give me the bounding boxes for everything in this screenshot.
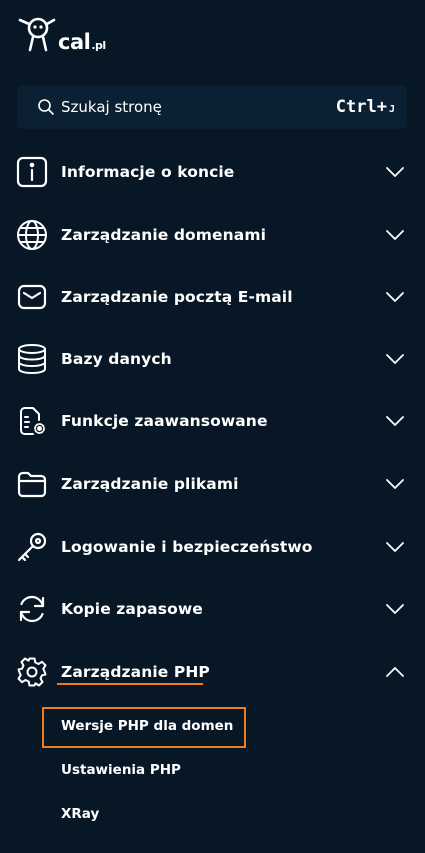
menu-item-label: Logowanie i bezpieczeństwo [61, 538, 313, 556]
menu-item-label: Zarządzanie PHP [61, 663, 210, 681]
file-gear-icon [16, 405, 48, 437]
menu-item-label: Kopie zapasowe [61, 600, 203, 618]
chevron-down-icon [386, 167, 404, 177]
search-icon [38, 99, 54, 115]
menu-item-security[interactable]: Logowanie i bezpieczeństwo [0, 516, 425, 578]
menu-item-label: Bazy danych [61, 350, 172, 368]
submenu-item-xray[interactable]: XRay [61, 806, 99, 822]
logo[interactable]: cal.pl [16, 14, 106, 54]
chevron-down-icon [386, 416, 404, 426]
menu-item-label: Informacje o koncie [61, 163, 235, 181]
refresh-icon [16, 593, 48, 625]
folder-icon [16, 468, 48, 500]
menu-item-databases[interactable]: Bazy danych [0, 328, 425, 390]
chevron-down-icon [386, 479, 404, 489]
menu-item-php[interactable]: Zarządzanie PHP [0, 641, 425, 703]
menu-item-label: Zarządzanie pocztą E-mail [61, 288, 293, 306]
chevron-down-icon [386, 292, 404, 302]
chevron-down-icon [386, 604, 404, 614]
chevron-down-icon [386, 542, 404, 552]
search-shortcut: Ctrl+ J [335, 97, 395, 117]
menu-item-label: Zarządzanie plikami [61, 475, 239, 493]
menu-item-label: Zarządzanie domenami [61, 226, 267, 244]
mail-icon [16, 281, 48, 313]
info-icon [16, 156, 48, 188]
submenu-item-php-settings[interactable]: Ustawienia PHP [61, 762, 181, 778]
chevron-up-icon [386, 667, 404, 677]
submenu-item-php-versions[interactable]: Wersje PHP dla domen [61, 718, 233, 734]
active-underline [57, 683, 203, 685]
globe-icon [16, 219, 48, 251]
menu-item-email[interactable]: Zarządzanie pocztą E-mail [0, 266, 425, 328]
menu-item-advanced[interactable]: Funkcje zaawansowane [0, 390, 425, 452]
mascot-icon [18, 17, 56, 52]
menu-item-files[interactable]: Zarządzanie plikami [0, 453, 425, 515]
key-icon [16, 531, 48, 563]
menu-item-domains[interactable]: Zarządzanie domenami [0, 204, 425, 266]
menu-item-account-info[interactable]: Informacje o koncie [0, 141, 425, 203]
menu-item-backups[interactable]: Kopie zapasowe [0, 578, 425, 640]
search-bar[interactable]: Szukaj stronę Ctrl+ J [17, 85, 407, 129]
logo-text: cal.pl [58, 30, 106, 54]
menu-item-label: Funkcje zaawansowane [61, 412, 268, 430]
search-placeholder: Szukaj stronę [61, 98, 162, 116]
chevron-down-icon [386, 354, 404, 364]
chevron-down-icon [386, 230, 404, 240]
gear-icon [16, 656, 48, 688]
database-icon [16, 343, 48, 375]
